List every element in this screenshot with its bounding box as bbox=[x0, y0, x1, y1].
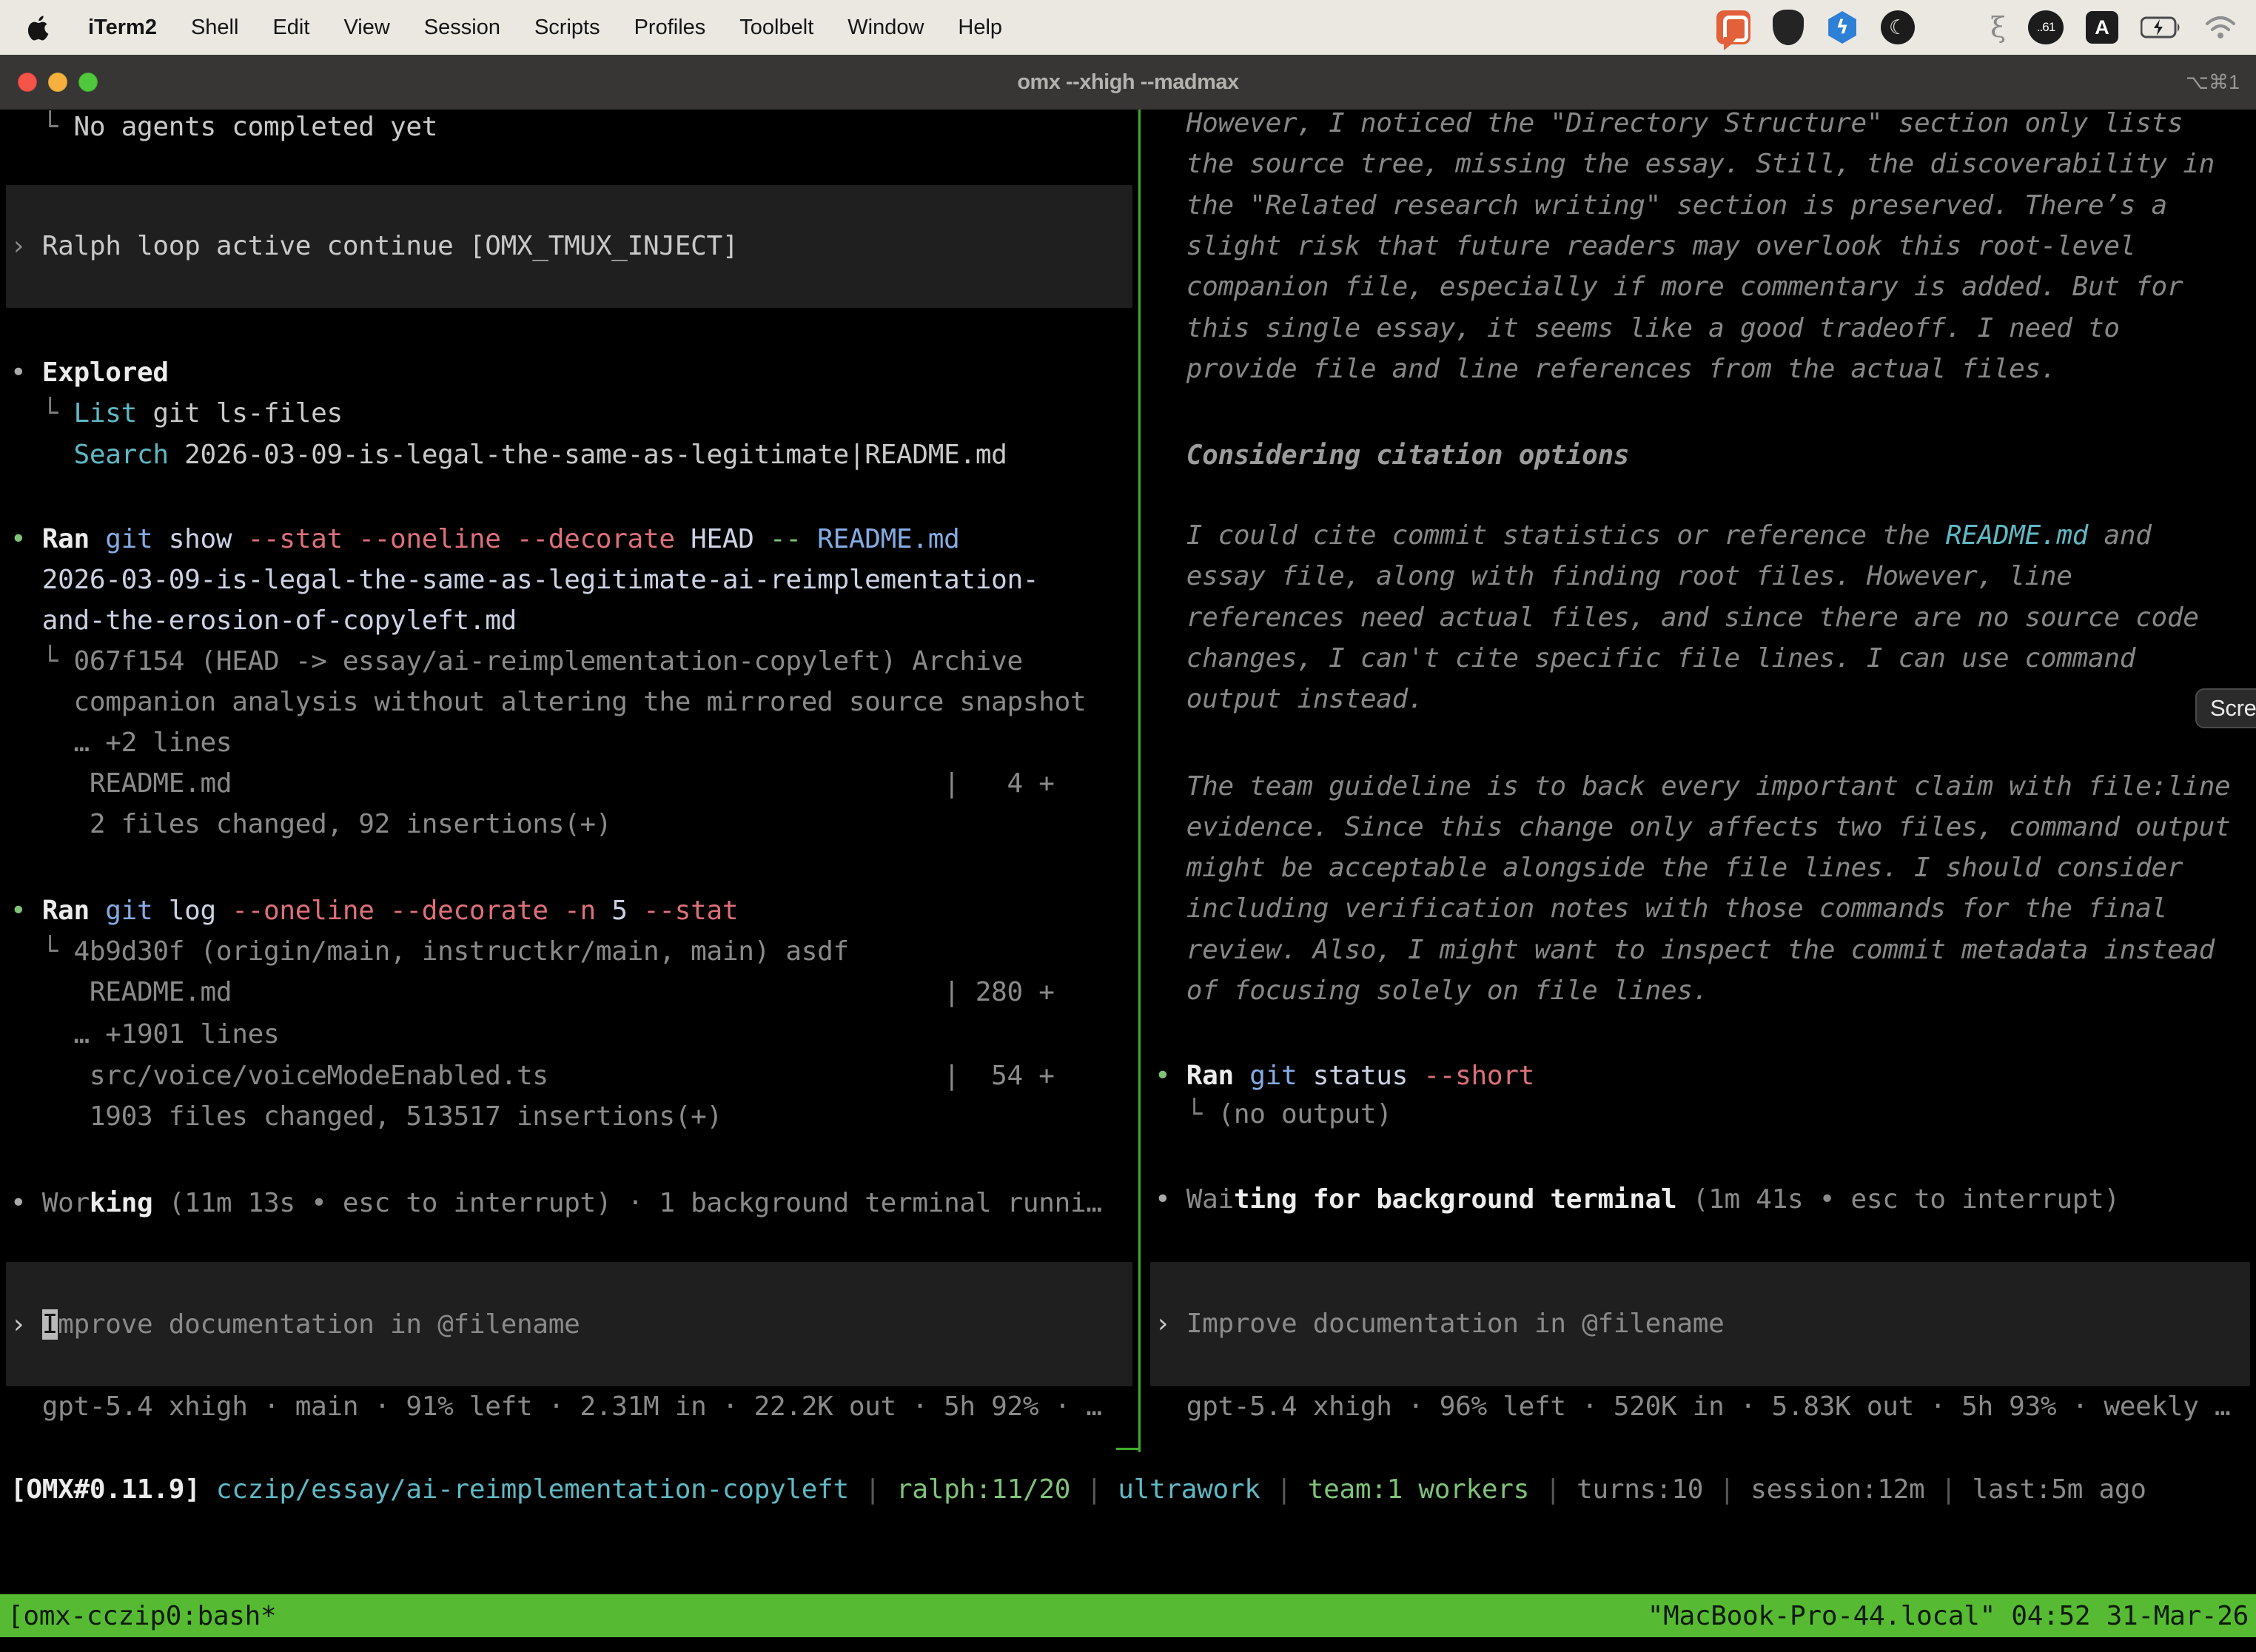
moon-icon[interactable]: ☾ bbox=[1881, 10, 1915, 44]
menu-item-scripts[interactable]: Scripts bbox=[517, 16, 617, 40]
terminal-line: • Ran git status --short bbox=[1155, 1055, 2256, 1096]
screen-share-tooltip-label: Scre bbox=[2210, 695, 2256, 722]
shield-grid-icon[interactable] bbox=[1773, 10, 1804, 45]
window-shortcut-badge: ⌥⌘1 bbox=[2186, 71, 2240, 94]
window-title-bar: omx --xhigh --madmax ⌥⌘1 bbox=[0, 55, 2256, 110]
tmux-status-bar: [omx-cczip0:bash* "MacBook-Pro-44.local"… bbox=[0, 1594, 2256, 1637]
terminal-line: › Improve documentation in @filename bbox=[1155, 1303, 2256, 1344]
pane-divider-foot bbox=[1116, 1448, 1141, 1450]
terminal-line: └ (no output) bbox=[1155, 1094, 2256, 1135]
menu-item-shell[interactable]: Shell bbox=[174, 16, 256, 40]
terminal-line: references need actual files, and since … bbox=[1155, 597, 2256, 638]
left-pane: └ No agents completed yet › Ralph loop ac… bbox=[0, 110, 1138, 1494]
terminal-line: └ List git ls-files bbox=[10, 393, 1138, 434]
terminal-line: the "Related research writing" section i… bbox=[1155, 185, 2256, 226]
omx-status-line: [OMX#0.11.9] cczip/essay/ai-reimplementa… bbox=[10, 1469, 2146, 1510]
terminal: └ No agents completed yet › Ralph loop ac… bbox=[0, 110, 2256, 1652]
terminal-line: changes, I can't cite specific file line… bbox=[1155, 638, 2256, 679]
menu-bar: iTerm2 Shell Edit View Session Scripts P… bbox=[0, 0, 2256, 55]
terminal-line: … +2 lines bbox=[10, 722, 1138, 763]
terminal-line: 1903 files changed, 513517 insertions(+) bbox=[10, 1096, 1138, 1137]
terminal-line: › Ralph loop active continue [OMX_TMUX_I… bbox=[10, 226, 1138, 266]
terminal-line: output instead. bbox=[1155, 679, 2256, 719]
terminal-line: including verification notes with those … bbox=[1155, 888, 2256, 929]
squiggle-icon[interactable]: ξ bbox=[1990, 11, 2006, 44]
menu-item-edit[interactable]: Edit bbox=[255, 16, 326, 40]
terminal-line: 2 files changed, 92 insertions(+) bbox=[10, 804, 1138, 845]
terminal-line: • Ran git show --stat --oneline --decora… bbox=[10, 519, 1138, 560]
terminal-line: and-the-erosion-of-copyleft.md bbox=[10, 600, 1138, 641]
terminal-line: └ 4b9d30f (origin/main, instructkr/main,… bbox=[10, 931, 1138, 972]
terminal-line: • Explored bbox=[10, 352, 1138, 393]
terminal-line: essay file, along with finding root file… bbox=[1155, 556, 2256, 597]
terminal-line: review. Also, I might want to inspect th… bbox=[1155, 930, 2256, 970]
terminal-line: • Ran git log --oneline --decorate -n 5 … bbox=[10, 890, 1138, 931]
menu-item-app[interactable]: iTerm2 bbox=[71, 16, 174, 40]
terminal-line: README.md | 280 + bbox=[10, 972, 1138, 1013]
keyboard-layout-icon[interactable]: A bbox=[2086, 11, 2118, 44]
terminal-line: … +1901 lines bbox=[10, 1014, 1138, 1055]
terminal-line: of focusing solely on file lines. bbox=[1155, 970, 2256, 1011]
wifi-icon[interactable] bbox=[2204, 15, 2237, 40]
terminal-line: Search 2026-03-09-is-legal-the-same-as-l… bbox=[10, 434, 1138, 475]
terminal-line: evidence. Since this change only affects… bbox=[1155, 807, 2256, 847]
menu-item-toolbelt[interactable]: Toolbelt bbox=[722, 16, 830, 40]
menu-item-view[interactable]: View bbox=[326, 16, 406, 40]
tmux-host-clock: "MacBook-Pro-44.local" 04:52 31-Mar-26 bbox=[1648, 1601, 2249, 1631]
terminal-line: src/voice/voiceModeEnabled.ts | 54 + bbox=[10, 1055, 1138, 1096]
terminal-line: 2026-03-09-is-legal-the-same-as-legitima… bbox=[10, 560, 1138, 600]
terminal-line: The team guideline is to back every impo… bbox=[1155, 766, 2256, 807]
menu-item-help[interactable]: Help bbox=[941, 16, 1019, 40]
tmux-session-label: [omx-cczip0:bash* bbox=[7, 1601, 276, 1631]
battery-icon[interactable] bbox=[2141, 16, 2182, 39]
badge-icon[interactable]: ϟ bbox=[1826, 11, 1859, 44]
screen-share-tooltip: Scre bbox=[2195, 688, 2256, 728]
terminal-line: I could cite commit statistics or refere… bbox=[1155, 515, 2256, 556]
terminal-line: However, I noticed the "Directory Struct… bbox=[1155, 110, 2256, 144]
menu-item-session[interactable]: Session bbox=[407, 16, 517, 40]
terminal-line: companion file, especially if more comme… bbox=[1155, 266, 2256, 307]
dots-grid-icon[interactable] bbox=[1937, 12, 1968, 43]
menu-item-window[interactable]: Window bbox=[830, 16, 941, 40]
terminal-line: • Working (11m 13s • esc to interrupt) ·… bbox=[10, 1183, 1138, 1223]
menu-bar-status-area: ϟ ☾ ξ ..61 A bbox=[1716, 10, 2237, 45]
terminal-line: └ 067f154 (HEAD -> essay/ai-reimplementa… bbox=[10, 641, 1138, 682]
terminal-line: Considering citation options bbox=[1155, 435, 2256, 476]
screenshot-icon[interactable] bbox=[1716, 10, 1750, 44]
window-title: omx --xhigh --madmax bbox=[0, 70, 2256, 95]
menu-item-profiles[interactable]: Profiles bbox=[617, 16, 723, 40]
terminal-line: README.md | 4 + bbox=[10, 763, 1138, 804]
terminal-line: gpt-5.4 xhigh · 96% left · 520K in · 5.8… bbox=[1155, 1386, 2256, 1427]
percent-badge-icon[interactable]: ..61 bbox=[2028, 10, 2064, 44]
terminal-line: this single essay, it seems like a good … bbox=[1155, 308, 2256, 349]
terminal-line: › Improve documentation in @filename bbox=[10, 1304, 1138, 1345]
terminal-line: └ No agents completed yet bbox=[10, 110, 1138, 147]
terminal-line: provide file and line references from th… bbox=[1155, 349, 2256, 389]
terminal-line: might be acceptable alongside the file l… bbox=[1155, 847, 2256, 888]
right-pane: However, I noticed the "Directory Struct… bbox=[1144, 110, 2256, 1494]
apple-logo-icon[interactable] bbox=[28, 14, 50, 41]
terminal-line: gpt-5.4 xhigh · main · 91% left · 2.31M … bbox=[10, 1386, 1138, 1427]
terminal-line: slight risk that future readers may over… bbox=[1155, 226, 2256, 266]
terminal-line: • Waiting for background terminal (1m 41… bbox=[1155, 1179, 2256, 1220]
terminal-line: the source tree, missing the essay. Stil… bbox=[1155, 144, 2256, 184]
terminal-line: companion analysis without altering the … bbox=[10, 682, 1138, 722]
pane-divider[interactable] bbox=[1138, 110, 1141, 1452]
